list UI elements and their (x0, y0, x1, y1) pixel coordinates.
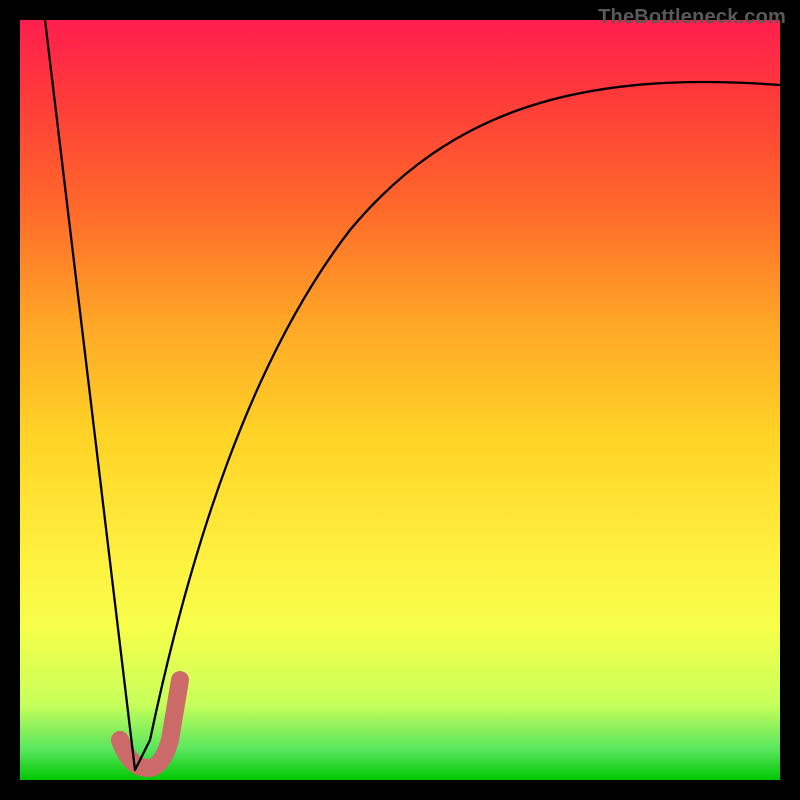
bottleneck-curve (45, 20, 780, 770)
watermark-text: TheBottleneck.com (598, 6, 786, 29)
plot-area (20, 20, 780, 780)
curve-layer (20, 20, 780, 780)
chart-container: TheBottleneck.com (0, 0, 800, 800)
accent-j-dot (111, 731, 129, 749)
